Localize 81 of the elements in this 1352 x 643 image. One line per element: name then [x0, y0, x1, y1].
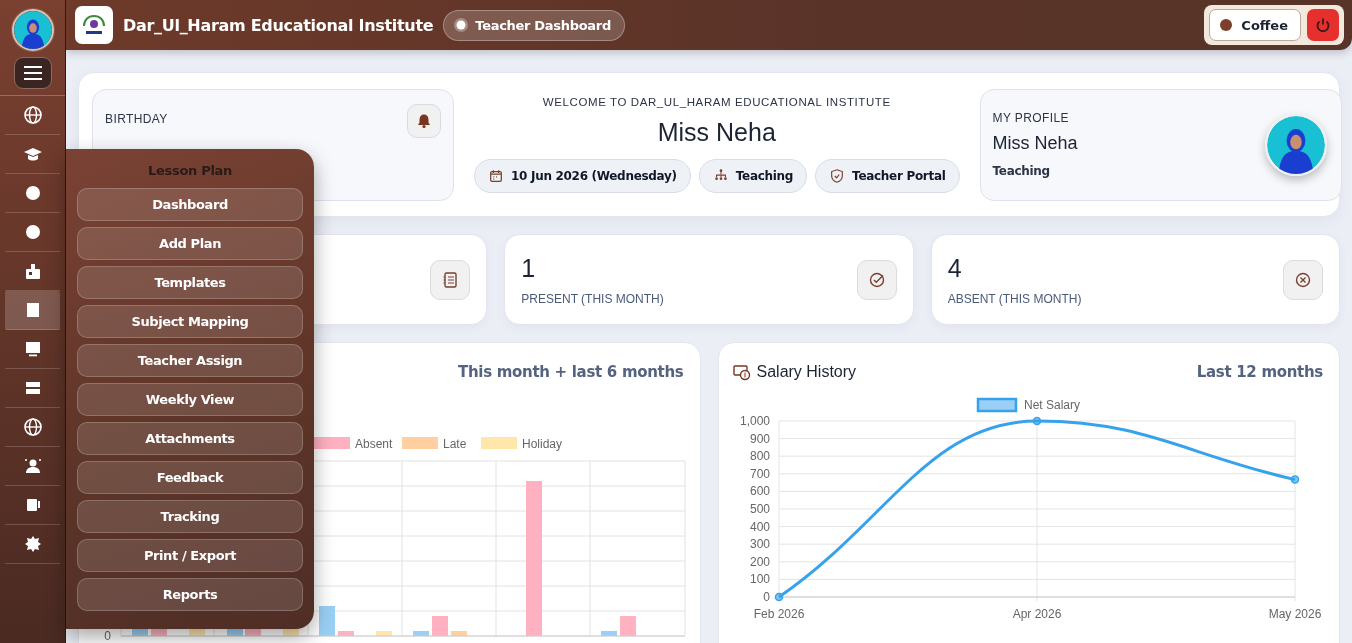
- profile-name: Miss Neha: [992, 133, 1078, 154]
- menu-item[interactable]: Print / Export: [77, 539, 303, 572]
- badge-text: Teacher Dashboard: [475, 17, 611, 33]
- chart-range: Last 12 months: [1196, 363, 1323, 381]
- chart-bar: [376, 631, 392, 636]
- legend-label: Holiday: [522, 437, 563, 451]
- chart-bar: [432, 616, 448, 636]
- chip-text: 10 Jun 2026 (Wednesday): [511, 169, 677, 183]
- bell-icon: [416, 112, 432, 129]
- calendar-icon: [488, 168, 504, 184]
- menu-item[interactable]: Feedback: [77, 461, 303, 494]
- legend-swatch: [976, 397, 1017, 413]
- stat-value: 4: [947, 253, 963, 283]
- axis-tick-label: 900: [749, 431, 770, 446]
- chart-bar: [319, 606, 335, 636]
- axis-tick-label: 600: [749, 484, 770, 499]
- logo: [75, 6, 113, 44]
- menu-item[interactable]: Teacher Assign: [77, 344, 303, 377]
- stat-label: ABSENT (THIS MONTH): [947, 291, 1082, 306]
- app-title: Dar_Ul_Haram Educational Institute: [123, 15, 434, 35]
- money-icon: [732, 363, 751, 381]
- chart-bar: [620, 616, 636, 636]
- axis-tick-label: 1,000: [739, 414, 770, 428]
- menu-item[interactable]: Tracking: [77, 500, 303, 533]
- chart-bar: [451, 631, 467, 636]
- axis-tick-label: 400: [749, 519, 770, 534]
- teacher-name: Miss Neha: [657, 118, 776, 147]
- axis-tick-label: 300: [749, 537, 770, 552]
- axis-tick-label: Apr 2026: [1012, 607, 1061, 621]
- dot-icon: [1220, 19, 1233, 31]
- legend-label: Late: [443, 437, 467, 451]
- axis-tick-label: 700: [749, 466, 770, 481]
- chip-text: Teacher Portal: [852, 169, 946, 183]
- data-point: [1290, 475, 1299, 484]
- globe-icon: [22, 417, 43, 437]
- axis-tick-label: Feb 2026: [753, 607, 804, 621]
- data-point: [1032, 416, 1041, 426]
- menu-item[interactable]: Reports: [77, 578, 303, 611]
- shield-icon: [829, 168, 846, 184]
- dot-icon: [454, 18, 469, 32]
- birthday-label: BIRTHDAY: [105, 111, 168, 126]
- chart-bar: [338, 631, 354, 636]
- axis-tick-label: 200: [749, 554, 770, 569]
- menu-icon: [22, 65, 43, 81]
- power-icon: [1315, 17, 1331, 33]
- profile-role: Teaching: [992, 164, 1051, 178]
- legend-label: Net Salary: [1023, 398, 1080, 412]
- menu-item[interactable]: Subject Mapping: [77, 305, 303, 338]
- globe-icon: [22, 105, 43, 125]
- chart-bar: [601, 631, 617, 636]
- chart-range: This month + last 6 months: [458, 363, 684, 381]
- menu-item[interactable]: Attachments: [77, 422, 303, 455]
- theme-button[interactable]: Coffee: [1209, 9, 1301, 41]
- menu-button[interactable]: [13, 57, 52, 89]
- avatar: [13, 11, 52, 49]
- profile-label: MY PROFILE: [992, 111, 1070, 125]
- chip-text: Teaching: [735, 169, 794, 183]
- menu-title: Lesson Plan: [147, 163, 233, 178]
- avatar: [1266, 115, 1325, 174]
- axis-tick-label: 0: [104, 629, 111, 643]
- power-button[interactable]: [1307, 9, 1339, 41]
- menu-item[interactable]: Templates: [77, 266, 303, 299]
- axis-tick-label: 500: [749, 502, 770, 516]
- notification-button[interactable]: [407, 103, 441, 138]
- chart-title: Salary History: [756, 363, 857, 381]
- welcome-heading: WELCOME TO DAR_UL_HARAM EDUCATIONAL INSTITUTE: [542, 96, 891, 108]
- menu-item[interactable]: Add Plan: [77, 227, 303, 260]
- menu-item[interactable]: Weekly View: [77, 383, 303, 416]
- axis-tick-label: 0: [762, 590, 770, 604]
- stat-value: 1: [521, 253, 537, 283]
- axis-tick-label: 100: [749, 572, 770, 587]
- legend-label: Absent: [355, 437, 393, 451]
- chart-bar: [413, 631, 429, 636]
- axis-tick-label: May 2026: [1268, 607, 1321, 621]
- sidebar-item[interactable]: [5, 291, 60, 330]
- checklist-icon: [430, 259, 471, 300]
- menu-item[interactable]: Dashboard: [77, 188, 303, 221]
- axis-tick-label: 800: [749, 449, 770, 464]
- person-icon: [22, 456, 43, 476]
- stat-label: PRESENT (THIS MONTH): [521, 291, 664, 306]
- data-point: [774, 592, 783, 602]
